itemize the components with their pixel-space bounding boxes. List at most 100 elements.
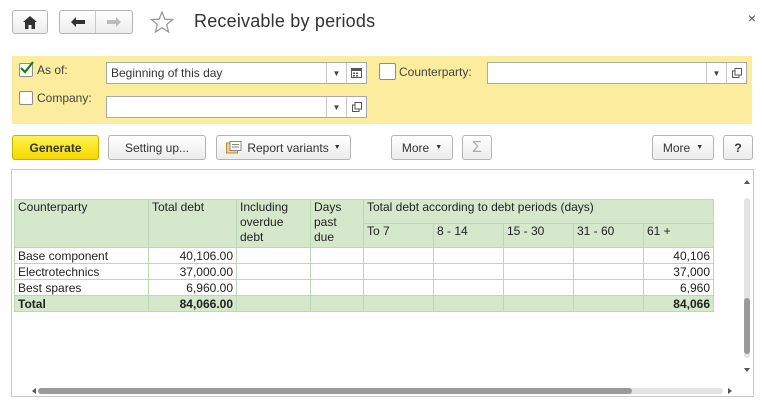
table-row[interactable]: Base component 40,106.00 40,106 (14, 247, 714, 264)
cell-total[interactable]: 37,000.00 (148, 263, 237, 280)
cell-grand-total[interactable]: 84,066.00 (148, 295, 237, 312)
cell-empty[interactable] (503, 295, 574, 312)
header-period: 8 - 14 (433, 223, 504, 248)
cell-overdue[interactable] (236, 263, 311, 280)
page-title: Receivable by periods (194, 11, 376, 31)
as-of-label: As of: (37, 63, 68, 77)
back-button[interactable] (60, 11, 97, 33)
cell-period[interactable] (573, 263, 644, 280)
report-parameters-panel: As of: Beginning of this day ▼ Counterpa… (12, 56, 752, 124)
chevron-down-icon: ▼ (696, 144, 704, 151)
cell-empty[interactable] (363, 295, 434, 312)
horizontal-scrollbar[interactable] (32, 384, 732, 394)
help-button[interactable]: ? (723, 135, 753, 160)
cell-period[interactable]: 40,106 (643, 247, 714, 264)
header-overdue-line: Including (240, 200, 289, 214)
company-checkbox[interactable] (19, 91, 33, 105)
cell-total[interactable]: 40,106.00 (148, 247, 237, 264)
total-row[interactable]: Total 84,066.00 84,066 (14, 295, 714, 312)
cell-total[interactable]: 6,960.00 (148, 279, 237, 296)
header-period: To 7 (363, 223, 434, 248)
counterparty-checkbox[interactable] (379, 63, 396, 80)
counterparty-field[interactable]: ▼ (487, 62, 747, 84)
dropdown-arrow-icon[interactable]: ▼ (706, 63, 726, 83)
generate-button[interactable]: Generate (12, 135, 99, 160)
favorite-star-icon[interactable] (149, 10, 175, 36)
header-period: 15 - 30 (503, 223, 574, 248)
report-variants-icon (226, 141, 242, 154)
more-options-button[interactable]: More ▼ (652, 135, 714, 160)
as-of-checkbox[interactable] (19, 61, 34, 77)
cell-grand-total-period[interactable]: 84,066 (643, 295, 714, 312)
header-overdue-line: debt (240, 230, 264, 244)
more-label: More (401, 140, 430, 155)
cell-period[interactable] (363, 279, 434, 296)
arrow-left-icon (70, 17, 85, 27)
header-days-line: due (314, 230, 335, 244)
company-field[interactable]: ▼ (106, 96, 367, 118)
checkmark-icon (20, 61, 34, 74)
home-icon (23, 15, 37, 29)
header-days-line: Days (314, 200, 342, 214)
cell-empty[interactable] (433, 295, 504, 312)
setting-up-button[interactable]: Setting up... (108, 135, 206, 160)
cell-days[interactable] (310, 263, 364, 280)
header-periods-group: Total debt according to debt periods (da… (363, 199, 714, 224)
header-period: 61 + (643, 223, 714, 248)
header-counterparty: Counterparty (14, 199, 149, 248)
cell-empty[interactable] (573, 295, 644, 312)
vertical-scrollbar[interactable] (743, 178, 751, 374)
header-total-debt: Total debt (148, 199, 237, 248)
cell-period[interactable] (573, 247, 644, 264)
report-variants-button[interactable]: Report variants ▼ (216, 135, 351, 160)
table-row[interactable]: Electrotechnics 37,000.00 37,000 (14, 263, 714, 280)
header-period: 31 - 60 (573, 223, 644, 248)
cell-overdue[interactable] (236, 279, 311, 296)
cell-period[interactable] (503, 247, 574, 264)
home-button[interactable] (12, 10, 48, 34)
cell-total-label[interactable]: Total (14, 295, 149, 312)
table-row[interactable]: Best spares 6,960.00 6,960 (14, 279, 714, 296)
chevron-down-icon: ▼ (435, 144, 443, 151)
cell-empty[interactable] (310, 295, 364, 312)
cell-period[interactable]: 37,000 (643, 263, 714, 280)
sum-button[interactable]: Σ (462, 135, 492, 160)
cell-period[interactable] (573, 279, 644, 296)
open-icon[interactable] (346, 97, 366, 117)
report-spreadsheet[interactable]: Counterparty Total debt Including overdu… (11, 169, 754, 397)
cell-empty[interactable] (236, 295, 311, 312)
cell-overdue[interactable] (236, 247, 311, 264)
cell-period[interactable] (433, 279, 504, 296)
cell-period[interactable] (503, 279, 574, 296)
header-days-line: past (314, 215, 337, 229)
header-overdue-line: overdue (240, 215, 284, 229)
open-icon[interactable] (726, 63, 746, 83)
dropdown-arrow-icon[interactable]: ▼ (326, 97, 346, 117)
cell-period[interactable] (363, 247, 434, 264)
cell-counterparty[interactable]: Electrotechnics (14, 263, 149, 280)
header-days-past-due: Days past due (310, 199, 364, 248)
forward-button[interactable] (96, 11, 132, 33)
more-label: More (662, 140, 691, 155)
cell-period[interactable] (433, 263, 504, 280)
back-forward-group (59, 10, 133, 34)
cell-period[interactable] (503, 263, 574, 280)
as-of-value: Beginning of this day (111, 66, 223, 80)
report-variants-label: Report variants (247, 140, 329, 155)
header-overdue: Including overdue debt (236, 199, 311, 248)
cell-days[interactable] (310, 279, 364, 296)
cell-period[interactable] (363, 263, 434, 280)
more-actions-button[interactable]: More ▼ (391, 135, 453, 160)
cell-period[interactable]: 6,960 (643, 279, 714, 296)
calendar-icon[interactable] (346, 63, 366, 83)
dropdown-arrow-icon[interactable]: ▼ (326, 63, 346, 83)
chevron-down-icon: ▼ (333, 144, 341, 151)
cell-counterparty[interactable]: Best spares (14, 279, 149, 296)
cell-days[interactable] (310, 247, 364, 264)
as-of-field[interactable]: Beginning of this day ▼ (106, 62, 367, 84)
company-label: Company: (37, 91, 92, 105)
cell-period[interactable] (433, 247, 504, 264)
close-icon[interactable]: × (748, 10, 756, 26)
cell-counterparty[interactable]: Base component (14, 247, 149, 264)
counterparty-label: Counterparty: (399, 65, 472, 79)
